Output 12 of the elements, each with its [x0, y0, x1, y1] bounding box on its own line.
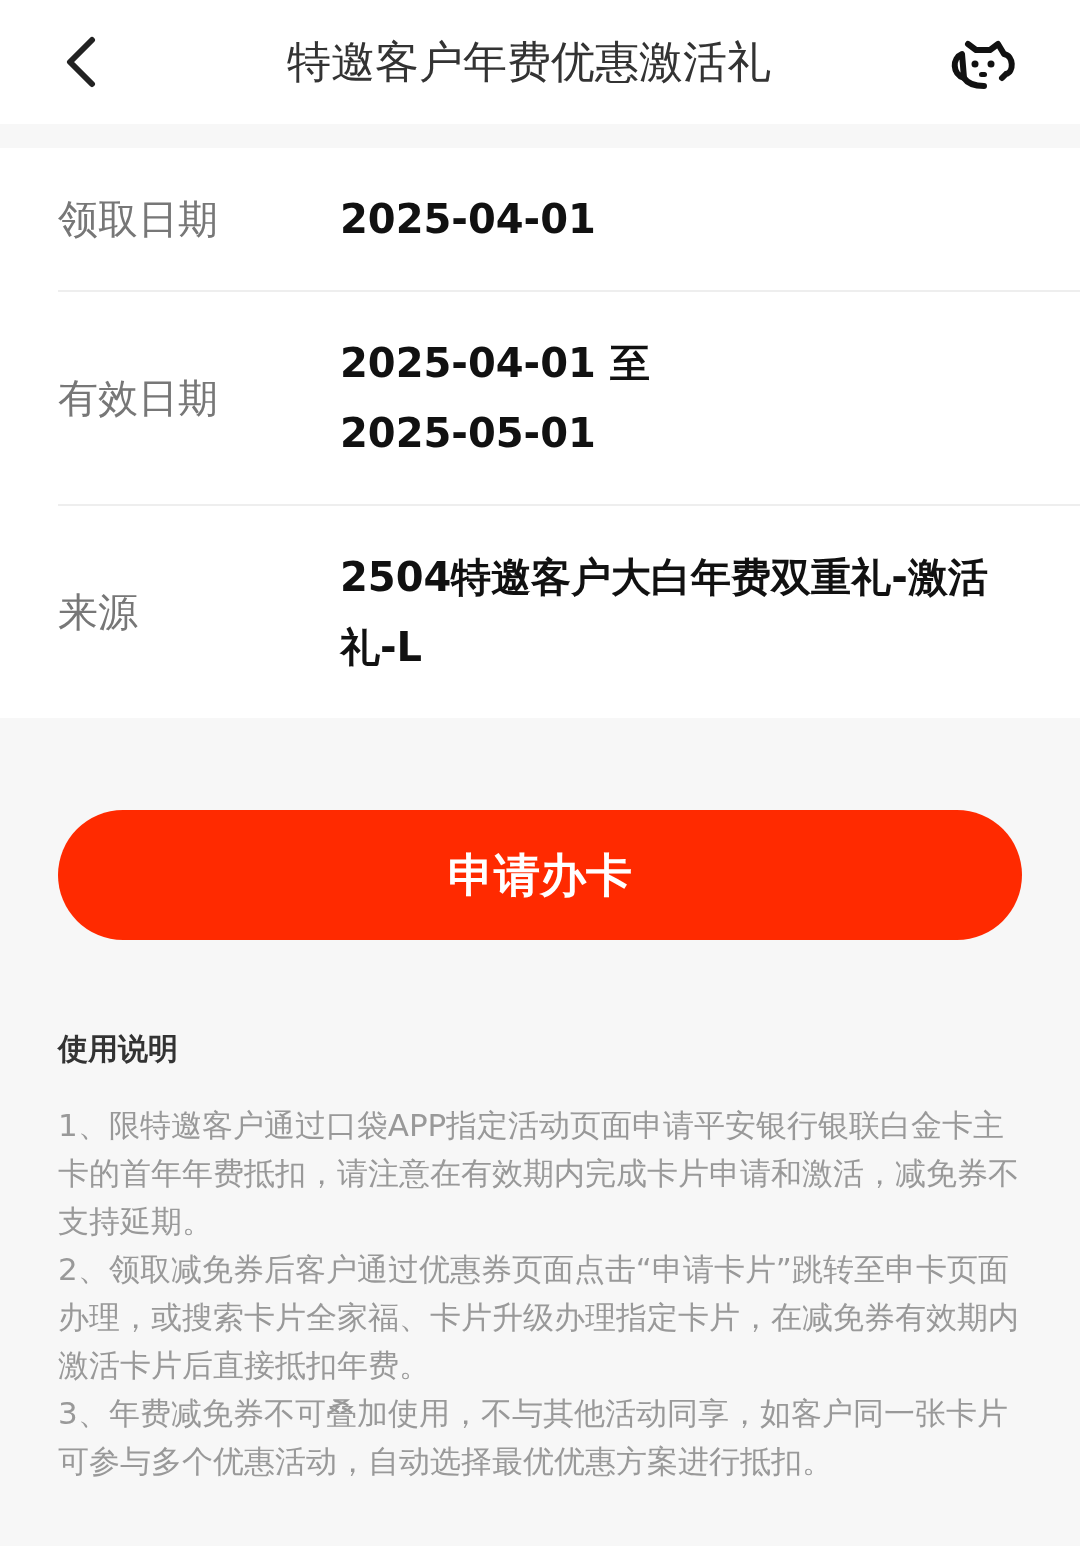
detail-label: 领取日期 — [58, 195, 219, 244]
detail-label: 有效日期 — [58, 374, 219, 423]
usage-note: 2、领取减免券后客户通过优惠券页面点击“申请卡片”跳转至申卡页面办理，或搜索卡片全家福、卡片升级办理指定卡片，在减免券有效期内激活卡片后直接抵扣年费。 — [58, 1250, 1020, 1385]
apply-card-button[interactable]: 申请办卡 — [58, 810, 1022, 940]
detail-label: 来源 — [58, 588, 139, 637]
usage-note: 3、年费减免券不可叠加使用，不与其他活动同享，如客户同一张卡片可参与多个优惠活动，自动选择最优优惠方案进行抵扣。 — [58, 1394, 1009, 1481]
detail-value: 2025-04-01 至 2025-05-01 — [340, 339, 651, 458]
detail-value: 2504特邀客户大白年费双重礼-激活礼-L — [340, 553, 989, 672]
page-title: 特邀客户年费优惠激活礼 — [287, 35, 771, 89]
detail-value: 2025-04-01 — [340, 195, 597, 244]
usage-note: 1、限特邀客户通过口袋APP指定活动页面申请平安银行银联白金卡主卡的首年年费抵扣，请注意在有效期内完成卡片申请和激活，减免券不支持延期。 — [58, 1106, 1020, 1241]
usage-title: 使用说明 — [58, 1030, 179, 1068]
